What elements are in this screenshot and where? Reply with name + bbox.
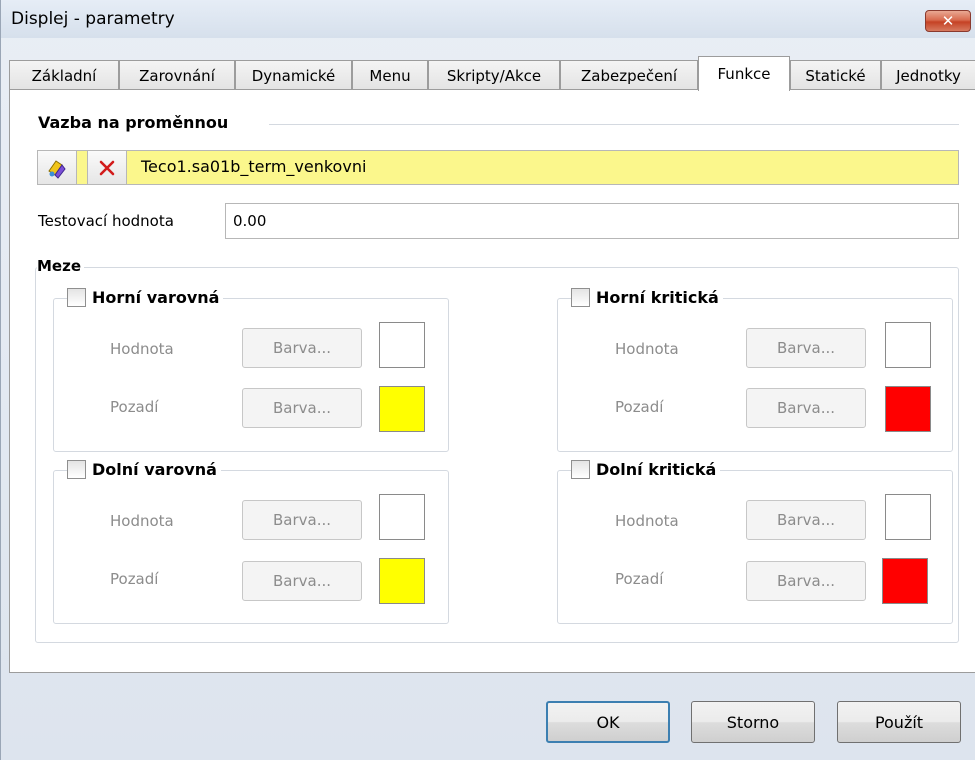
lower-warning-bg-label: Pozadí bbox=[110, 570, 159, 588]
test-value-input[interactable] bbox=[225, 203, 959, 239]
lower-critical-header[interactable]: Dolní kritická bbox=[571, 460, 721, 479]
remove-binding-button[interactable] bbox=[87, 150, 127, 185]
upper-critical-bg-label: Pozadí bbox=[615, 398, 664, 416]
upper-warning-checkbox[interactable] bbox=[67, 288, 86, 307]
limits-title: Meze bbox=[37, 257, 85, 275]
tab-menu[interactable]: Menu bbox=[352, 60, 428, 90]
lower-critical-label: Dolní kritická bbox=[596, 460, 717, 479]
tab-zabezpeceni[interactable]: Zabezpečení bbox=[560, 60, 698, 90]
upper-warning-bg-swatch bbox=[379, 386, 425, 432]
lower-critical-value-label: Hodnota bbox=[615, 512, 679, 530]
lower-critical-bg-label: Pozadí bbox=[615, 570, 664, 588]
lower-warning-bg-swatch bbox=[379, 558, 425, 604]
lower-critical-bg-swatch bbox=[882, 558, 928, 604]
close-button[interactable]: ✕ bbox=[925, 10, 971, 32]
apply-button[interactable]: Použít bbox=[837, 701, 961, 743]
bind-variable-button[interactable] bbox=[37, 150, 77, 185]
upper-critical-label: Horní kritická bbox=[596, 288, 719, 307]
tab-funkce[interactable]: Funkce bbox=[698, 56, 790, 91]
dialog-window: Displej - parametry ✕ Základní Zarovnání… bbox=[0, 0, 975, 760]
upper-critical-header[interactable]: Horní kritická bbox=[571, 288, 723, 307]
tab-staticke[interactable]: Statické bbox=[790, 60, 881, 90]
lower-warning-value-label: Hodnota bbox=[110, 512, 174, 530]
tab-zarovnani[interactable]: Zarovnání bbox=[119, 60, 235, 90]
lower-critical-value-swatch bbox=[885, 494, 931, 540]
lower-warning-value-color-button[interactable]: Barva... bbox=[242, 500, 362, 540]
lower-warning-header[interactable]: Dolní varovná bbox=[67, 460, 221, 479]
tab-dynamicke[interactable]: Dynamické bbox=[235, 60, 352, 90]
binding-section-title: Vazba na proměnnou bbox=[38, 113, 235, 132]
upper-warning-bg-color-button[interactable]: Barva... bbox=[242, 388, 362, 428]
upper-critical-checkbox[interactable] bbox=[571, 288, 590, 307]
upper-critical-value-color-button[interactable]: Barva... bbox=[746, 328, 866, 368]
window-title: Displej - parametry bbox=[11, 9, 175, 29]
upper-critical-bg-color-button[interactable]: Barva... bbox=[746, 388, 866, 428]
lower-critical-checkbox[interactable] bbox=[571, 460, 590, 479]
upper-warning-value-color-button[interactable]: Barva... bbox=[242, 328, 362, 368]
upper-warning-header[interactable]: Horní varovná bbox=[67, 288, 224, 307]
cancel-button[interactable]: Storno bbox=[691, 701, 815, 743]
upper-critical-value-swatch bbox=[885, 322, 931, 368]
upper-critical-value-label: Hodnota bbox=[615, 340, 679, 358]
close-x-icon bbox=[99, 160, 115, 175]
lower-warning-checkbox[interactable] bbox=[67, 460, 86, 479]
lower-critical-bg-color-button[interactable]: Barva... bbox=[746, 561, 866, 601]
lower-critical-value-color-button[interactable]: Barva... bbox=[746, 500, 866, 540]
tab-strip: Základní Zarovnání Dynamické Menu Skript… bbox=[9, 56, 975, 91]
bound-variable-name: Teco1.sa01b_term_venkovni bbox=[141, 157, 367, 176]
link-variable-icon bbox=[48, 159, 66, 179]
lower-warning-value-swatch bbox=[379, 494, 425, 540]
tab-zakladni[interactable]: Základní bbox=[9, 60, 119, 90]
upper-critical-bg-swatch bbox=[885, 386, 931, 432]
upper-warning-bg-label: Pozadí bbox=[110, 398, 159, 416]
tab-skripty-akce[interactable]: Skripty/Akce bbox=[428, 60, 560, 90]
tab-jednotky[interactable]: Jednotky bbox=[881, 60, 975, 90]
upper-warning-value-label: Hodnota bbox=[110, 340, 174, 358]
test-value-label: Testovací hodnota bbox=[38, 212, 174, 230]
upper-warning-value-swatch bbox=[379, 322, 425, 368]
lower-warning-bg-color-button[interactable]: Barva... bbox=[242, 561, 362, 601]
close-icon: ✕ bbox=[941, 12, 955, 30]
title-bar[interactable]: Displej - parametry ✕ bbox=[1, 0, 975, 38]
lower-warning-label: Dolní varovná bbox=[92, 460, 217, 479]
section-divider bbox=[269, 124, 959, 125]
ok-button[interactable]: OK bbox=[546, 701, 670, 743]
upper-warning-label: Horní varovná bbox=[92, 288, 220, 307]
